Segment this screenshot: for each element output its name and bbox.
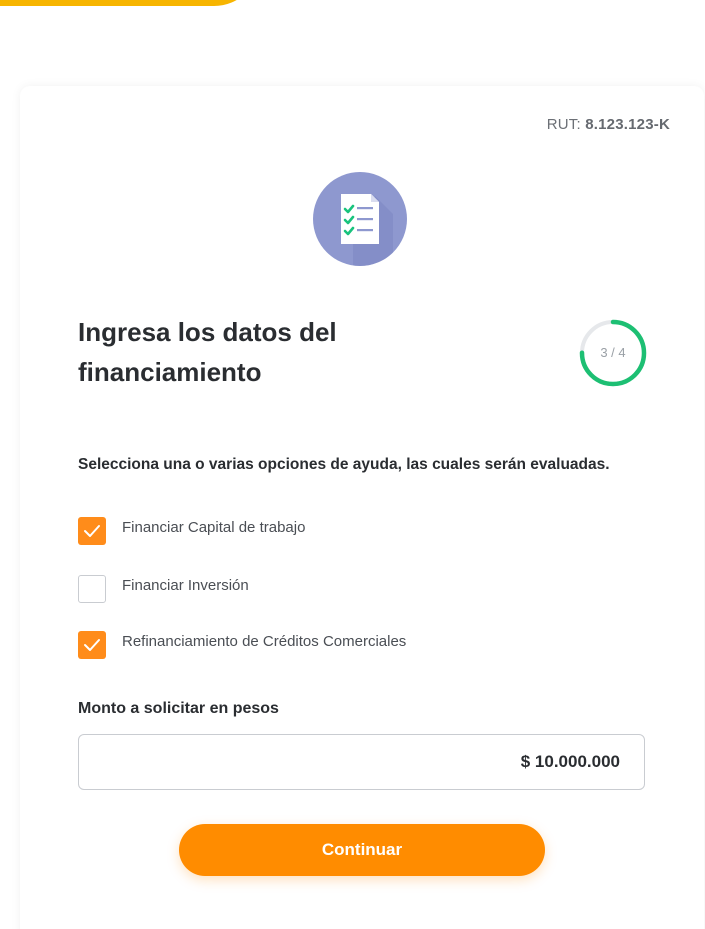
checkbox[interactable] <box>78 631 106 659</box>
option-label: Financiar Inversión <box>122 577 249 594</box>
instructions-text: Selecciona una o varias opciones de ayud… <box>78 456 610 473</box>
amount-label: Monto a solicitar en pesos <box>78 700 279 717</box>
checkmark-icon <box>84 525 100 537</box>
continue-button[interactable]: Continuar <box>179 824 545 876</box>
option-inversion[interactable]: Financiar Inversión <box>78 575 638 605</box>
step-counter: 3 / 4 <box>600 345 626 360</box>
option-label: Refinanciamiento de Créditos Comerciales <box>122 633 407 650</box>
page-title-line1: Ingresa los datos del <box>78 317 337 347</box>
option-capital-trabajo[interactable]: Financiar Capital de trabajo <box>78 517 638 547</box>
page-title-line2: financiamiento <box>78 357 262 387</box>
checklist-document-icon <box>313 172 407 266</box>
option-label: Financiar Capital de trabajo <box>122 519 306 536</box>
checkmark-icon <box>84 639 100 651</box>
rut-value: 8.123.123-K <box>585 116 670 133</box>
checkbox[interactable] <box>78 575 106 603</box>
rut-display: RUT: 8.123.123-K <box>480 116 670 133</box>
option-refinanciamiento[interactable]: Refinanciamiento de Créditos Comerciales <box>78 631 638 661</box>
page: RUT: 8.123.123-K Ingresa los datos del f… <box>0 0 705 929</box>
page-title: Ingresa los datos del financiamiento <box>78 312 498 392</box>
amount-input[interactable] <box>78 734 645 790</box>
rut-label: RUT: <box>546 116 581 133</box>
brand-swoosh <box>0 0 260 6</box>
checkbox[interactable] <box>78 517 106 545</box>
